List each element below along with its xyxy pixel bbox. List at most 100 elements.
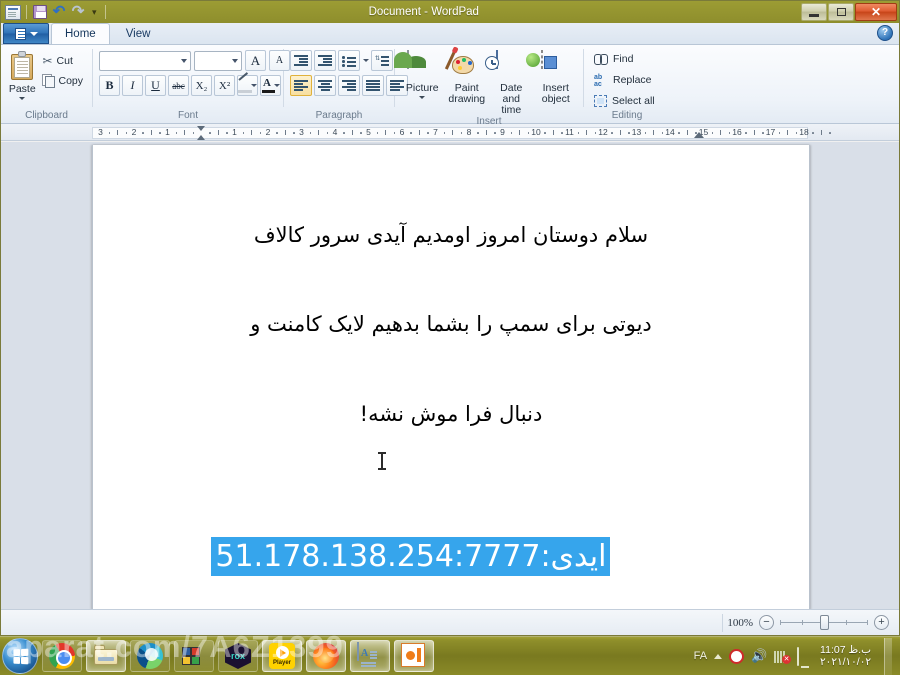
zoom-controls[interactable]: 100% − +	[727, 615, 899, 630]
ruler-tick	[427, 132, 429, 134]
paint-drawing-button[interactable]: Paint drawing	[444, 49, 489, 105]
taskbar-item-office-app[interactable]	[394, 640, 434, 672]
italic-button[interactable]: I	[122, 75, 143, 96]
ruler-tick	[527, 132, 530, 134]
wordpad-app-icon[interactable]	[5, 4, 21, 20]
font-color-button[interactable]: A	[260, 75, 281, 96]
align-right-button[interactable]	[338, 75, 360, 96]
select-all-label: Select all	[612, 95, 655, 107]
insert-object-button[interactable]: Insert object	[525, 49, 578, 105]
ruler-tick	[175, 132, 178, 134]
line-spacing-button[interactable]: ⇅	[371, 50, 393, 71]
subscript-button[interactable]: X₂	[191, 75, 212, 96]
insert-object-icon	[525, 50, 571, 81]
ruler[interactable]: 3 2 1 1 2 3 4 5 6 7 8 9 10 11 12 13 14 15 16 17 18	[1, 124, 899, 141]
chevron-down-icon[interactable]	[19, 97, 26, 100]
increase-indent-button[interactable]	[314, 50, 336, 71]
font-color-icon: A	[261, 78, 275, 93]
language-indicator[interactable]: FA	[694, 650, 707, 662]
ruler-tick	[326, 132, 329, 134]
help-icon[interactable]: ?	[877, 25, 893, 41]
ruler-tick	[561, 132, 563, 134]
taskbar-item-player[interactable]: Player	[262, 640, 302, 672]
paste-label: Paste	[8, 83, 36, 95]
taskbar-item-firefox[interactable]	[306, 640, 346, 672]
display-icon[interactable]	[797, 647, 813, 666]
taskbar-item-rox-app[interactable]: rox	[218, 640, 258, 672]
show-hidden-icons-caret-icon[interactable]	[714, 653, 723, 659]
replace-icon: ab ac	[594, 74, 603, 88]
chevron-down-icon[interactable]	[251, 84, 257, 87]
zoom-in-button[interactable]: +	[874, 615, 889, 630]
zoom-slider[interactable]	[780, 615, 868, 630]
ruler-tick	[686, 130, 688, 135]
ruler-label: 16	[732, 127, 742, 137]
tab-view[interactable]: View	[112, 23, 165, 44]
zoom-slider-thumb[interactable]	[820, 615, 829, 630]
insert-picture-button[interactable]: Picture	[399, 49, 444, 99]
cut-label: Cut	[56, 54, 73, 67]
title-bar[interactable]: ↶ ↷ ▾ Document - WordPad ✕	[1, 1, 899, 23]
bold-button[interactable]: B	[99, 75, 120, 96]
selected-text[interactable]: ایدی:51.178.138.254:7777	[211, 536, 611, 576]
font-name-combo[interactable]	[99, 50, 191, 71]
chevron-down-icon[interactable]	[363, 59, 369, 62]
align-center-button[interactable]	[314, 75, 336, 96]
taskbar-item-wordpad[interactable]: A	[350, 640, 390, 672]
chevron-down-icon[interactable]	[274, 84, 280, 87]
start-orb[interactable]	[2, 638, 38, 674]
taskbar-item-cube-app[interactable]	[174, 640, 214, 672]
document-area[interactable]: سلام دوستان امروز اومدیم آیدی سرور کالاف…	[1, 142, 899, 610]
ruler-label: 6	[399, 127, 405, 137]
application-menu-button[interactable]	[3, 23, 49, 44]
clock[interactable]: 11:07 ب.ظ ۲۰۲۱/۱۰/۰۲	[820, 644, 873, 668]
network-error-icon[interactable]: ✕	[774, 650, 792, 664]
zoom-out-button[interactable]: −	[759, 615, 774, 630]
document-selected-line[interactable]: ایدی:51.178.138.254:7777	[133, 507, 769, 607]
cut-button[interactable]: ✂ Cut	[39, 52, 86, 69]
save-icon[interactable]	[32, 4, 48, 20]
maximize-button[interactable]	[828, 3, 854, 21]
taskbar-item-edge[interactable]	[130, 640, 170, 672]
text-highlight-button[interactable]	[237, 75, 258, 96]
ruler-tick	[611, 132, 613, 134]
ruler-label: 3	[299, 127, 304, 137]
justify-button[interactable]	[362, 75, 384, 96]
record-icon[interactable]	[729, 648, 745, 664]
clock-time: 11:07 ب.ظ	[820, 644, 871, 656]
find-button[interactable]: Find	[590, 50, 637, 68]
font-size-combo[interactable]	[194, 50, 242, 71]
underline-button[interactable]: U	[145, 75, 166, 96]
taskbar-item-file-explorer[interactable]	[86, 640, 126, 672]
firefox-icon	[313, 643, 339, 669]
copy-button[interactable]: Copy	[39, 72, 86, 89]
superscript-button[interactable]: X²	[214, 75, 235, 96]
ruler-tick	[276, 132, 278, 134]
show-desktop-button[interactable]	[884, 637, 892, 675]
document-paragraph[interactable]: سلام دوستان امروز اومدیم آیدی سرور کالاف…	[93, 145, 809, 610]
minimize-button[interactable]	[801, 3, 827, 21]
copy-label: Copy	[58, 74, 83, 87]
replace-button[interactable]: ab ac Replace	[590, 71, 656, 89]
ruler-tick	[242, 132, 245, 134]
paste-button[interactable]: Paste	[7, 49, 37, 100]
select-all-button[interactable]: Select all	[590, 92, 659, 110]
ruler-tick	[460, 132, 463, 134]
align-left-button[interactable]	[290, 75, 312, 96]
grow-font-button[interactable]: A	[245, 50, 266, 71]
strikethrough-button[interactable]: abc	[168, 75, 189, 96]
volume-icon[interactable]: 🔊	[751, 648, 767, 664]
italic-icon: I	[130, 78, 135, 92]
increase-indent-icon	[318, 55, 332, 66]
decrease-indent-button[interactable]	[290, 50, 312, 71]
indent-marker[interactable]	[197, 126, 206, 140]
tab-home[interactable]: Home	[51, 23, 110, 44]
ruler-marks: 3 2 1 1 2 3 4 5 6 7 8 9 10 11 12 13 14 15 16 17 18	[1, 124, 899, 140]
close-button[interactable]: ✕	[855, 3, 897, 21]
ruler-tick	[778, 132, 781, 134]
taskbar-item-chrome[interactable]	[42, 640, 82, 672]
right-indent-marker[interactable]	[694, 132, 704, 138]
chevron-down-icon[interactable]	[419, 96, 426, 99]
document-page[interactable]: سلام دوستان امروز اومدیم آیدی سرور کالاف…	[92, 145, 810, 610]
bullet-list-button[interactable]	[338, 50, 360, 71]
